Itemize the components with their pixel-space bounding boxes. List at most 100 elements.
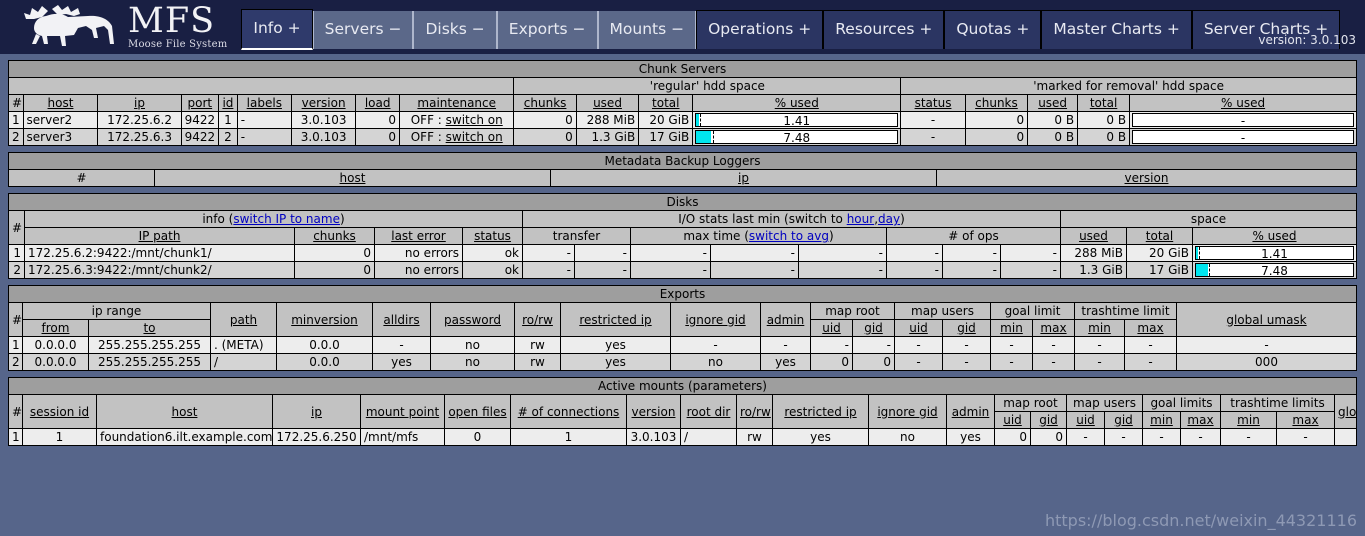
active-mounts-section: Active mounts (parameters) # session id … [8, 377, 1357, 446]
exports-map-users-group: map users [894, 302, 991, 320]
cs-h-r_used: used [1027, 94, 1079, 112]
exports-restricted-ip: yes [560, 353, 671, 371]
disks-m-read: - [630, 261, 711, 279]
nav-tab-6[interactable]: Resources + [823, 10, 945, 49]
disks-m-write: - [710, 261, 799, 279]
progress-label: - [1240, 114, 1246, 127]
switch-to-avg-link[interactable]: switch to avg [749, 229, 829, 243]
mbl-h-ip: ip [550, 169, 937, 187]
am-g-max: - [1180, 428, 1221, 446]
am-connections: 1 [510, 428, 627, 446]
am-host-header: host [96, 394, 273, 429]
disks-transfer-group: transfer [522, 227, 631, 245]
exports-h-from: from [22, 319, 89, 337]
maintenance-switch-on-link[interactable]: switch on [446, 130, 503, 144]
am-mr-uid: 0 [994, 428, 1031, 446]
disks-num: 2 [8, 261, 25, 279]
cs-r-total: 0 B [1077, 111, 1131, 129]
am-h-g-max: max [1180, 411, 1221, 429]
usage-progress-bar: - [1132, 130, 1354, 144]
disks-h-pct-used: % used [1192, 227, 1357, 245]
disks-m-fsync: - [798, 244, 887, 262]
cs-ip: 172.25.6.3 [97, 128, 182, 146]
exports-alldirs-header: alldirs [372, 302, 431, 337]
active-mounts-row: 1 1 foundation6.ilt.example.com 172.25.6.25… [8, 428, 1357, 446]
am-session-id-header: session id [22, 394, 97, 429]
disks-o-write: - [942, 244, 1001, 262]
exports-table: Exports # ip range path minversion alldi… [8, 285, 1357, 371]
chunk-servers-blank-group [7, 77, 515, 95]
version-label: version: 3.0.103 [1258, 33, 1356, 47]
am-admin-header: admin [946, 394, 995, 429]
am-ignore-gid: no [868, 428, 947, 446]
nav-tab-2[interactable]: Disks − [413, 11, 497, 49]
disks-used: 1.3 GiB [1060, 261, 1127, 279]
disks-space-group: space [1060, 210, 1357, 228]
cs-h-num: # [8, 94, 24, 112]
active-mounts-table: Active mounts (parameters) # session id … [8, 377, 1357, 446]
nav-tab-1[interactable]: Servers − [312, 11, 414, 49]
cs-used: 288 MiB [575, 111, 640, 129]
nav-tab-7[interactable]: Quotas + [944, 10, 1042, 49]
nav-tab-3[interactable]: Exports − [496, 11, 598, 49]
exports-rorw: rw [514, 353, 561, 371]
cs-r-used: 0 B [1027, 128, 1079, 146]
nav-tab-0[interactable]: Info + [241, 9, 313, 50]
cs-h-r_total: total [1077, 94, 1131, 112]
exports-mr-gid: - [852, 336, 895, 354]
io-label-post: ) [900, 212, 905, 226]
nav-tab-5[interactable]: Operations + [696, 10, 824, 49]
am-open-files: 0 [444, 428, 511, 446]
cs-h-pct_used: % used [692, 94, 902, 112]
am-map-root-group: map root [994, 394, 1067, 412]
exports-from: 0.0.0.0 [22, 353, 89, 371]
disks-h-status: status [462, 227, 523, 245]
exports-ip-range-group: ip range [22, 302, 211, 320]
disks-o-read: - [886, 261, 943, 279]
cs-h-used: used [575, 94, 640, 112]
cs-r-total: 0 B [1077, 128, 1131, 146]
chunk-servers-row: 2 server3 172.25.6.3 9422 2-3.0.103 0 OFF : sw… [8, 128, 1357, 146]
cs-r-chunks: 0 [964, 111, 1029, 129]
cs-used: 1.3 GiB [575, 128, 640, 146]
maintenance-switch-on-link[interactable]: switch on [446, 113, 503, 127]
exports-minversion: 0.0.0 [276, 336, 373, 354]
cs-h-labels: labels [236, 94, 292, 112]
mbl-header-row: # host ip version [8, 169, 1357, 187]
disks-title: Disks [8, 193, 1357, 211]
am-mount-point-header: mount point [360, 394, 445, 429]
nav-tab-8[interactable]: Master Charts + [1041, 10, 1192, 49]
disks-ip-path: 172.25.6.2:9422:/mnt/chunk1/ [24, 244, 295, 262]
exports-umask: 000 [1176, 353, 1357, 371]
exports-t-max: - [1124, 336, 1177, 354]
cs-total: 17 GiB [638, 128, 694, 146]
disks-last-error: no errors [374, 261, 463, 279]
io-switch-day-link[interactable]: day [878, 212, 900, 226]
exports-path-header: path [210, 302, 277, 337]
app-logo: MFS Moose File System [0, 0, 227, 54]
exports-from: 0.0.0.0 [22, 336, 89, 354]
removal-hdd-space-group: 'marked for removal' hdd space [900, 77, 1357, 95]
metadata-backup-loggers-table: Metadata Backup Loggers # host ip version [8, 152, 1357, 187]
cs-r-chunks: 0 [964, 128, 1029, 146]
disks-row: 1 172.25.6.2:9422:/mnt/chunk1/0 no errors o… [8, 244, 1357, 262]
nav-tab-4[interactable]: Mounts − [597, 11, 697, 49]
exports-h-g-max: max [1032, 319, 1075, 337]
cs-h-id: id [218, 94, 238, 112]
am-mr-gid: 0 [1030, 428, 1067, 446]
am-num-header: # [8, 394, 23, 429]
mbl-h-version: version [936, 169, 1357, 187]
exports-alldirs: yes [372, 353, 431, 371]
exports-mu-gid: - [942, 336, 991, 354]
progress-label: 1.41 [783, 114, 811, 127]
io-switch-hour-link[interactable]: hour [847, 212, 875, 226]
am-version: 3.0.103 [626, 428, 681, 446]
metadata-backup-loggers-section: Metadata Backup Loggers # host ip version [8, 152, 1357, 187]
am-t-max: - [1276, 428, 1335, 446]
switch-ip-to-name-link[interactable]: switch IP to name [233, 212, 340, 226]
cs-maintenance: OFF : switch on [399, 111, 515, 129]
progress-label: 7.48 [1261, 264, 1288, 277]
cs-host: server3 [22, 128, 99, 146]
am-restricted-ip-header: restricted ip [772, 394, 869, 429]
exports-row: 2 0.0.0.0 255.255.255.255/0.0.0 yes no rw yes n… [8, 353, 1357, 371]
